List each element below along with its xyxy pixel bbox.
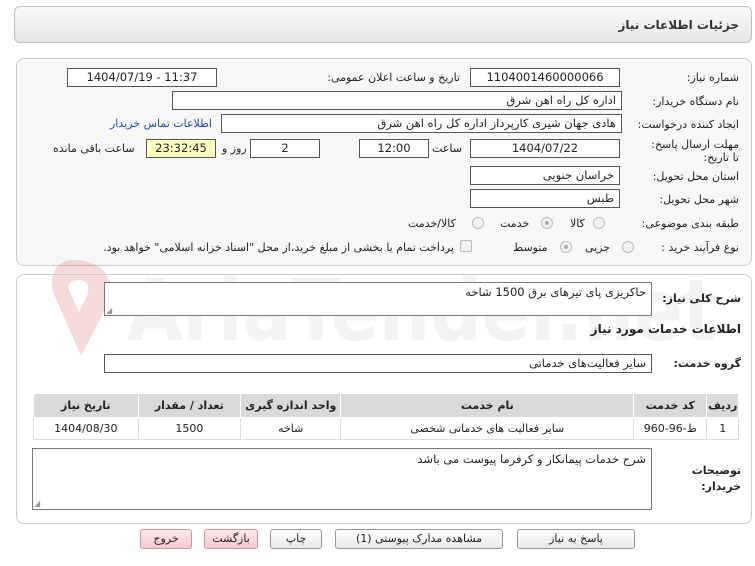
page-title-bar: جزئیات اطلاعات نیاز	[14, 6, 752, 43]
creator-field[interactable]: هادی جهان شیری کارپرداز اداره کل راه اهن…	[221, 114, 622, 133]
cell-code: ط-96-960	[633, 417, 708, 440]
category-radio-goods[interactable]	[593, 217, 605, 229]
treasury-payment-checkbox[interactable]	[460, 240, 472, 252]
col-unit-header: واحد اندازه گیری	[240, 393, 342, 418]
process-option-medium: متوسط	[513, 241, 548, 254]
deadline-date-field[interactable]: 1404/07/22	[470, 139, 620, 158]
col-name-header: نام خدمت	[340, 393, 635, 418]
category-option-service: خدمت	[500, 217, 530, 230]
buyer-notes-field[interactable]: شرح خدمات پیمانکار و کرفرما پیوست می باش…	[32, 448, 652, 510]
remaining-time-field: 23:32:45	[146, 139, 216, 158]
print-button[interactable]: چاپ	[270, 529, 322, 549]
col-date-header: تاریخ نیاز	[33, 393, 139, 418]
col-row-header: ردیف	[706, 393, 739, 418]
col-qty-header: تعداد / مقدار	[137, 393, 242, 418]
need-number-field[interactable]: 1104001460000066	[470, 68, 620, 87]
announce-field[interactable]: 1404/07/19 - 11:37	[67, 68, 217, 87]
col-code-header: کد خدمت	[633, 393, 708, 418]
province-field[interactable]: خراسان جنوبی	[470, 166, 620, 185]
description-field[interactable]: حاکریزی پای تیرهای برق 1500 شاخه	[104, 282, 652, 316]
description-label: شرح کلی نیاز:	[662, 292, 741, 305]
reply-button[interactable]: پاسخ به نیاز	[517, 529, 635, 549]
view-attachments-button[interactable]: مشاهده مدارک پیوستی (1)	[335, 529, 503, 549]
process-option-minor: جزیی	[585, 241, 611, 254]
service-group-label: گروه خدمت:	[673, 357, 741, 370]
cell-date: 1404/08/30	[33, 417, 139, 440]
notes-resize-grip-icon[interactable]: ◢	[34, 499, 40, 508]
table-header-row: ردیف کد خدمت نام خدمت واحد اندازه گیری ت…	[33, 393, 739, 418]
back-button[interactable]: بازگشت	[204, 529, 258, 549]
service-group-field[interactable]: سایر فعالیت‌های خدماتی	[104, 354, 652, 373]
category-radio-both[interactable]	[472, 217, 484, 229]
page-title: جزئیات اطلاعات نیاز	[618, 18, 739, 32]
category-option-goods: کالا	[570, 217, 585, 230]
payment-note: پرداخت تمام یا بخشی از مبلغ خرید،از محل …	[103, 241, 454, 254]
category-label: طبقه بندی موضوعی:	[641, 217, 739, 230]
need-info-panel	[16, 58, 752, 266]
services-section-title: اطلاعات خدمات مورد نیاز	[590, 322, 741, 336]
exit-button[interactable]: خروج	[140, 529, 192, 549]
category-radio-service[interactable]	[541, 217, 553, 229]
table-row[interactable]: 1 ط-96-960 سایر فعالیت های خدماتی شخصی ش…	[33, 417, 739, 440]
process-radio-minor[interactable]	[622, 241, 634, 253]
process-radio-medium[interactable]	[560, 241, 572, 253]
province-label: استان محل تحویل:	[652, 170, 739, 183]
need-number-label: شماره نیاز:	[686, 71, 739, 84]
buyer-org-label: نام دستگاه خریدار:	[652, 95, 739, 108]
resize-grip-icon[interactable]: ◢	[106, 306, 112, 315]
creator-label: ایجاد کننده درخواست:	[637, 118, 739, 131]
announce-label: تاریخ و ساعت اعلان عمومی:	[327, 71, 460, 84]
city-label: شهر محل تحویل:	[659, 193, 739, 206]
category-option-both: کالا/خدمت	[408, 217, 456, 230]
buyer-org-field[interactable]: اداره کل راه اهن شرق	[172, 91, 622, 110]
deadline-label: مهلت ارسال پاسخ: تا تاریخ:	[651, 138, 739, 164]
services-table: ردیف کد خدمت نام خدمت واحد اندازه گیری ت…	[33, 393, 739, 440]
days-label: روز و	[222, 142, 247, 155]
remaining-label: ساعت باقی مانده	[53, 142, 135, 155]
cell-row: 1	[706, 417, 739, 440]
cell-name: سایر فعالیت های خدماتی شخصی	[340, 417, 635, 440]
buyer-notes-label: توضیحات خریدار:	[691, 464, 741, 493]
days-remaining-field: 2	[250, 139, 320, 158]
deadline-hour-label: ساعت	[432, 142, 462, 155]
city-field[interactable]: طبس	[470, 189, 620, 208]
process-label: نوع فرآیند خرید :	[661, 241, 739, 254]
buyer-contact-link[interactable]: اطلاعات تماس خریدار	[110, 117, 212, 130]
cell-unit: شاخه	[240, 417, 342, 440]
deadline-time-field[interactable]: 12:00	[359, 139, 429, 158]
cell-qty: 1500	[137, 417, 242, 440]
